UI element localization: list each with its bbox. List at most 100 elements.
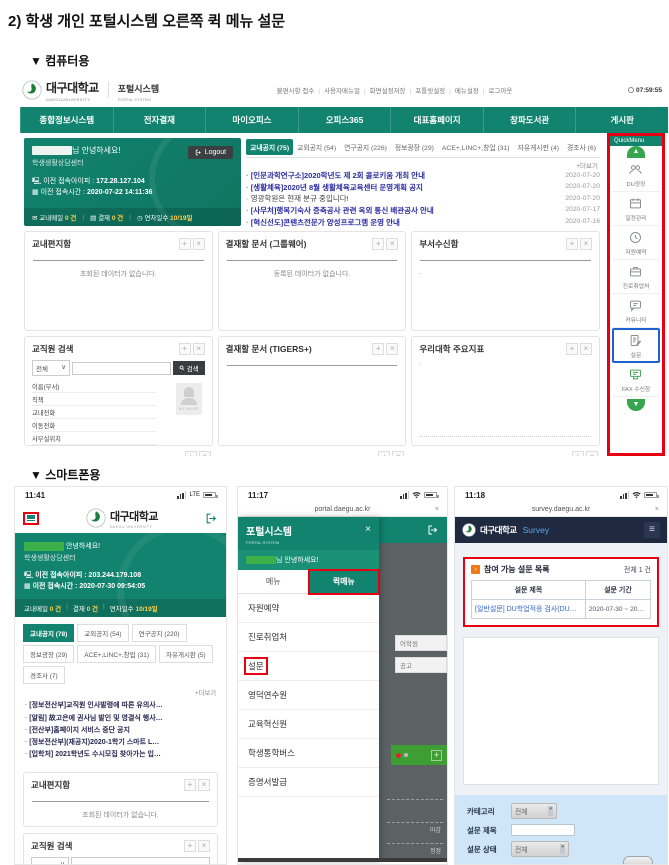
quickmenu-item-fax-inbox[interactable]: FAX 수신함 — [612, 363, 660, 397]
more-link[interactable]: +더보기 — [15, 686, 226, 699]
widget-close-button[interactable]: × — [193, 343, 205, 355]
drawer-tab-quickmenu[interactable]: 퀵메뉴 — [309, 570, 380, 594]
notice-tab[interactable]: ACE+,LINC+,창업 (31) — [77, 645, 156, 663]
widget-close-button[interactable]: × — [392, 451, 404, 456]
notice-tab[interactable]: 연구공지 (220) — [132, 624, 187, 642]
filter-submit-button[interactable] — [623, 856, 653, 865]
category-select[interactable]: 전체▾ — [511, 803, 557, 819]
notice-title[interactable]: 영광학원은 현재 분규 중입니다! — [246, 193, 561, 205]
widget-add-button[interactable]: + — [378, 451, 390, 456]
widget-close-button[interactable]: × — [198, 840, 210, 852]
add-icon[interactable]: + — [431, 750, 442, 761]
quickmenu-item-du-plaza[interactable]: DU광장 — [612, 158, 660, 192]
quickmenu-item-career-center[interactable]: 진로취업처 — [612, 260, 660, 294]
notice-item[interactable]: [전산부]홈페이지 서비스 중단 공지 — [25, 725, 216, 737]
notice-tab[interactable]: 정보광장 (29) — [23, 645, 74, 663]
widget-close-button[interactable]: × — [199, 451, 211, 456]
staff-search-button[interactable]: 검색 — [173, 361, 205, 375]
notice-item[interactable]: 영광학원은 현재 분규 중입니다! 2020-07-20 — [246, 193, 600, 205]
notice-tab[interactable]: 연구공지 (226) — [340, 139, 391, 155]
more-link[interactable]: +더보기 — [576, 160, 598, 170]
staff-filter-select[interactable]: 전체∨ — [32, 360, 70, 376]
utility-link[interactable]: 포틀릿설정 — [415, 85, 451, 95]
notice-item[interactable]: [생활체육]2020년 8월 생활체육교육센터 운영계획 공지 2020-07-… — [246, 182, 600, 194]
drawer-menu-item[interactable]: 진로취업처 — [238, 623, 379, 652]
global-nav-item[interactable]: 마이오피스 — [205, 107, 298, 133]
utility-link[interactable]: 로그아웃 — [488, 85, 512, 95]
notice-tab[interactable]: 교외공지 (54) — [293, 139, 340, 155]
survey-row[interactable]: [일반설문] DU학업적응 검사(DU… 2020-07-30 ~ 20… — [472, 600, 651, 619]
drawer-menu-item[interactable]: 교육혁신원 — [238, 710, 379, 739]
notice-title[interactable]: [혁신선도]콘텐츠전문가 양성프로그램 운영 안내 — [246, 217, 561, 229]
drawer-menu-item[interactable]: 자원예약 — [238, 594, 379, 623]
global-nav-item[interactable]: 대표홈페이지 — [390, 107, 483, 133]
widget-add-button[interactable]: + — [372, 238, 384, 250]
drawer-menu-item[interactable]: 증명서발급 — [238, 768, 379, 797]
widget-close-button[interactable]: × — [580, 343, 592, 355]
browser-url-bar[interactable]: survey.daegu.ac.kr × — [455, 503, 667, 517]
survey-link[interactable]: [일반설문] DU학업적응 검사(DU… — [472, 600, 586, 619]
global-nav-item[interactable]: 오피스365 — [298, 107, 391, 133]
carousel-dot[interactable] — [404, 753, 408, 757]
staff-search-input[interactable] — [71, 857, 210, 865]
notice-tab[interactable]: 교내공지 (75) — [246, 139, 293, 155]
widget-close-button[interactable]: × — [198, 779, 210, 791]
widget-add-button[interactable]: + — [372, 343, 384, 355]
global-nav-item[interactable]: 창파도서관 — [483, 107, 576, 133]
notice-item[interactable]: [정보전산부]교직원 인사발령에 따른 유의사… — [25, 700, 216, 712]
widget-close-button[interactable]: × — [580, 238, 592, 250]
notice-tab[interactable]: 경조사 (7) — [23, 666, 65, 684]
widget-add-button[interactable]: + — [572, 451, 584, 456]
widget-add-button[interactable]: + — [179, 343, 191, 355]
drawer-menu-item[interactable]: 영덕연수원 — [238, 681, 379, 710]
staff-search-input[interactable] — [72, 362, 171, 375]
logout-icon[interactable] — [427, 524, 439, 536]
quickmenu-item-community[interactable]: 커뮤니티 — [612, 294, 660, 328]
close-icon[interactable]: × — [365, 524, 371, 535]
notice-tab[interactable]: 정보광장 (29) — [391, 139, 438, 155]
notice-item[interactable]: [정보전산부](재공지)2020-1학기 스마트 L… — [25, 737, 216, 749]
quickmenu-item-resource-booking[interactable]: 자원예약 — [612, 226, 660, 260]
widget-close-button[interactable]: × — [386, 343, 398, 355]
global-nav-item[interactable]: 종합정보시스템 — [20, 107, 113, 133]
notice-tab[interactable]: 자유게시판 (5) — [159, 645, 213, 663]
notice-item[interactable]: [혁신선도]콘텐츠전문가 양성프로그램 운영 안내 2020-07-16 — [246, 217, 600, 229]
notice-tab[interactable]: ACE+,LINC+,창업 (31) — [438, 139, 514, 155]
widget-add-button[interactable]: + — [185, 451, 197, 456]
notice-tab[interactable]: 자유게시판 (4) — [514, 139, 563, 155]
status-select[interactable]: 전체▾ — [511, 841, 569, 857]
global-nav-item[interactable]: 게시판 — [575, 107, 668, 133]
close-icon[interactable]: × — [655, 506, 659, 513]
widget-add-button[interactable]: + — [566, 343, 578, 355]
notice-tab[interactable]: 교외공지 (54) — [77, 624, 128, 642]
notice-item[interactable]: [사무처]행복기숙사 증축공사 관련 옥외 통신 배관공사 안내 2020-07… — [246, 205, 600, 217]
hamburger-menu-icon[interactable]: ≡ — [644, 522, 660, 538]
utility-link[interactable]: 사용자매뉴얼 — [324, 85, 366, 95]
utility-link[interactable]: 화면설정저장 — [370, 85, 412, 95]
widget-add-button[interactable]: + — [184, 779, 196, 791]
drawer-menu-item[interactable]: 설문 — [238, 652, 379, 681]
portal-logo[interactable]: 대구대학교 DAEGUUNIVERSITY 포털시스템 PORTAL SYSTE… — [22, 79, 159, 102]
drawer-menu-item[interactable]: 학생통학버스 — [238, 739, 379, 768]
notice-tab[interactable]: 경조사 (6) — [563, 139, 600, 155]
staff-filter-select[interactable]: ∨ — [31, 857, 69, 865]
close-icon[interactable]: × — [435, 506, 439, 513]
notice-item[interactable]: [알림] 故고은에 권사님 발인 및 영결식 행사… — [25, 713, 216, 725]
quickmenu-scroll-down-button[interactable]: ▼ — [627, 399, 645, 411]
widget-close-button[interactable]: × — [586, 451, 598, 456]
widget-add-button[interactable]: + — [184, 840, 196, 852]
logout-button[interactable] — [205, 512, 218, 525]
survey-title-input[interactable] — [511, 824, 575, 836]
global-nav-item[interactable]: 전자결재 — [113, 107, 206, 133]
notice-title[interactable]: [인문과학연구소]2020학년도 제 2회 콜로키움 개최 안내 — [246, 170, 561, 182]
quickmenu-item-schedule[interactable]: 일정관리 — [612, 192, 660, 226]
notice-title[interactable]: [사무처]행복기숙사 증축공사 관련 옥외 통신 배관공사 안내 — [246, 205, 561, 217]
logout-button[interactable]: Logout — [188, 146, 233, 159]
quickmenu-scroll-up-button[interactable]: ▲ — [627, 146, 645, 158]
widget-close-button[interactable]: × — [193, 238, 205, 250]
hamburger-menu-icon[interactable] — [23, 512, 39, 525]
browser-url-bar[interactable]: portal.daegu.ac.kr × — [238, 503, 447, 517]
carousel-dot-active[interactable] — [396, 753, 401, 758]
notice-title[interactable]: [생활체육]2020년 8월 생활체육교육센터 운영계획 공지 — [246, 182, 561, 194]
widget-close-button[interactable]: × — [386, 238, 398, 250]
